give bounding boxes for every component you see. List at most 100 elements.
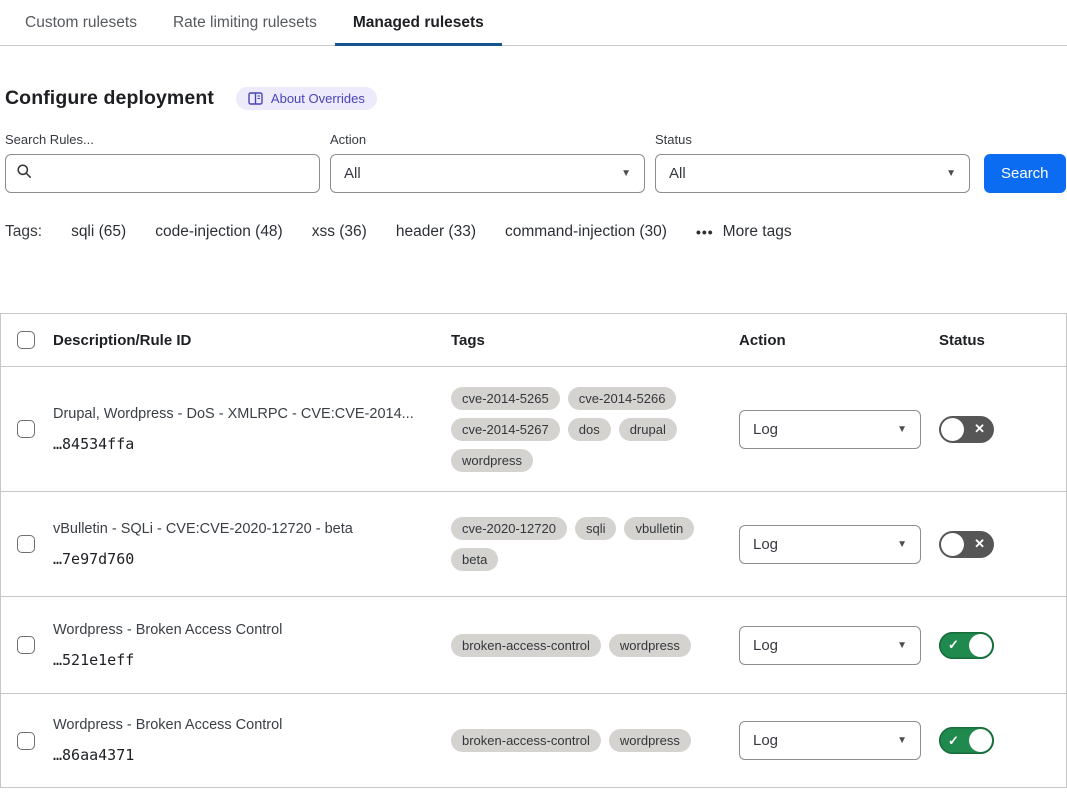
chevron-down-icon: ▼	[897, 735, 907, 746]
table-row: Wordpress - Broken Access Control …86aa4…	[1, 694, 1066, 788]
action-filter-select[interactable]: All ▼	[330, 154, 645, 193]
tag-pill: wordpress	[609, 634, 691, 657]
more-tags-button[interactable]: ••• More tags	[696, 223, 792, 241]
tag-pill: cve-2014-5266	[568, 387, 677, 410]
x-icon: ✕	[974, 422, 985, 435]
chevron-down-icon: ▼	[946, 168, 956, 179]
search-rules-label: Search Rules...	[5, 132, 320, 147]
rule-action-value: Log	[753, 421, 778, 438]
about-overrides-label: About Overrides	[271, 91, 365, 106]
rule-tags: broken-access-control wordpress	[451, 729, 703, 752]
chevron-down-icon: ▼	[897, 539, 907, 550]
about-overrides-badge[interactable]: About Overrides	[236, 87, 377, 110]
tab-custom-rulesets[interactable]: Custom rulesets	[7, 0, 155, 45]
chevron-down-icon: ▼	[897, 424, 907, 435]
tag-pill: drupal	[619, 418, 677, 441]
tag-pill: cve-2020-12720	[451, 517, 567, 540]
ellipsis-icon: •••	[696, 224, 714, 240]
page-title: Configure deployment	[5, 87, 214, 110]
filters-row: Search Rules... Action All ▼ Status All …	[0, 110, 1067, 193]
heading-row: Configure deployment About Overrides	[0, 46, 1067, 110]
rule-id: …84534ffa	[53, 435, 431, 453]
rule-status-toggle[interactable]: ✕ ✓	[939, 531, 994, 558]
column-header-tags: Tags	[451, 332, 739, 349]
ruleset-tabbar: Custom rulesets Rate limiting rulesets M…	[0, 0, 1067, 46]
chevron-down-icon: ▼	[897, 640, 907, 651]
row-checkbox[interactable]	[17, 732, 35, 750]
tag-pill: wordpress	[609, 729, 691, 752]
x-icon: ✕	[974, 537, 985, 550]
search-button[interactable]: Search	[984, 154, 1066, 193]
column-header-action: Action	[739, 332, 939, 349]
table-row: Wordpress - Broken Access Control …521e1…	[1, 597, 1066, 694]
tag-link-xss[interactable]: xss (36)	[312, 223, 367, 241]
row-checkbox[interactable]	[17, 535, 35, 553]
table-row: vBulletin - SQLi - CVE:CVE-2020-12720 - …	[1, 492, 1066, 597]
rule-action-value: Log	[753, 637, 778, 654]
tag-pill: sqli	[575, 517, 617, 540]
select-all-checkbox[interactable]	[17, 331, 35, 349]
tag-pill: beta	[451, 548, 498, 571]
column-header-status: Status	[939, 332, 1066, 349]
toggle-knob	[941, 533, 964, 556]
rule-tags: cve-2014-5265 cve-2014-5266 cve-2014-526…	[451, 387, 703, 472]
rule-description: Drupal, Wordpress - DoS - XMLRPC - CVE:C…	[53, 406, 431, 422]
tag-pill: broken-access-control	[451, 729, 601, 752]
rule-tags: broken-access-control wordpress	[451, 634, 703, 657]
rule-action-value: Log	[753, 732, 778, 749]
search-rules-box	[5, 154, 320, 193]
tag-pill: wordpress	[451, 449, 533, 472]
status-filter-value: All	[669, 165, 686, 182]
rule-action-select[interactable]: Log ▼	[739, 410, 921, 449]
rule-action-select[interactable]: Log ▼	[739, 721, 921, 760]
action-filter-value: All	[344, 165, 361, 182]
chevron-down-icon: ▼	[621, 168, 631, 179]
check-icon: ✓	[948, 734, 959, 747]
tag-pill: dos	[568, 418, 611, 441]
rule-id: …86aa4371	[53, 746, 431, 764]
search-rules-input[interactable]	[40, 165, 309, 182]
rule-description: Wordpress - Broken Access Control	[53, 622, 431, 638]
rule-status-toggle[interactable]: ✕ ✓	[939, 727, 994, 754]
rule-description: vBulletin - SQLi - CVE:CVE-2020-12720 - …	[53, 521, 431, 537]
tag-pill: cve-2014-5265	[451, 387, 560, 410]
row-checkbox[interactable]	[17, 636, 35, 654]
tag-pill: cve-2014-5267	[451, 418, 560, 441]
rule-status-toggle[interactable]: ✕ ✓	[939, 632, 994, 659]
book-icon	[248, 92, 263, 105]
tag-link-sqli[interactable]: sqli (65)	[71, 223, 126, 241]
status-filter-label: Status	[655, 132, 970, 147]
more-tags-label: More tags	[723, 223, 792, 241]
table-row: Drupal, Wordpress - DoS - XMLRPC - CVE:C…	[1, 367, 1066, 492]
action-filter-label: Action	[330, 132, 645, 147]
tag-pill: vbulletin	[624, 517, 694, 540]
rules-table: Description/Rule ID Tags Action Status D…	[0, 313, 1067, 788]
status-filter-group: Status All ▼	[655, 132, 970, 193]
tags-bar-label: Tags:	[5, 223, 42, 241]
tag-pill: broken-access-control	[451, 634, 601, 657]
rule-id: …521e1eff	[53, 651, 431, 669]
tab-managed-rulesets[interactable]: Managed rulesets	[335, 0, 502, 45]
rule-action-value: Log	[753, 536, 778, 553]
search-rules-group: Search Rules...	[5, 132, 320, 193]
tab-rate-limiting-rulesets[interactable]: Rate limiting rulesets	[155, 0, 335, 45]
rule-id: …7e97d760	[53, 550, 431, 568]
tags-bar: Tags: sqli (65) code-injection (48) xss …	[0, 193, 1067, 241]
rule-action-select[interactable]: Log ▼	[739, 626, 921, 665]
tag-link-header[interactable]: header (33)	[396, 223, 476, 241]
search-icon	[16, 163, 32, 184]
tag-link-code-injection[interactable]: code-injection (48)	[155, 223, 283, 241]
row-checkbox[interactable]	[17, 420, 35, 438]
column-header-description: Description/Rule ID	[53, 332, 451, 349]
rule-description: Wordpress - Broken Access Control	[53, 717, 431, 733]
status-filter-select[interactable]: All ▼	[655, 154, 970, 193]
toggle-knob	[969, 634, 992, 657]
toggle-knob	[941, 418, 964, 441]
check-icon: ✓	[948, 638, 959, 651]
toggle-knob	[969, 729, 992, 752]
rule-status-toggle[interactable]: ✕ ✓	[939, 416, 994, 443]
tag-link-command-injection[interactable]: command-injection (30)	[505, 223, 667, 241]
action-filter-group: Action All ▼	[330, 132, 645, 193]
rule-tags: cve-2020-12720 sqli vbulletin beta	[451, 517, 703, 571]
rule-action-select[interactable]: Log ▼	[739, 525, 921, 564]
